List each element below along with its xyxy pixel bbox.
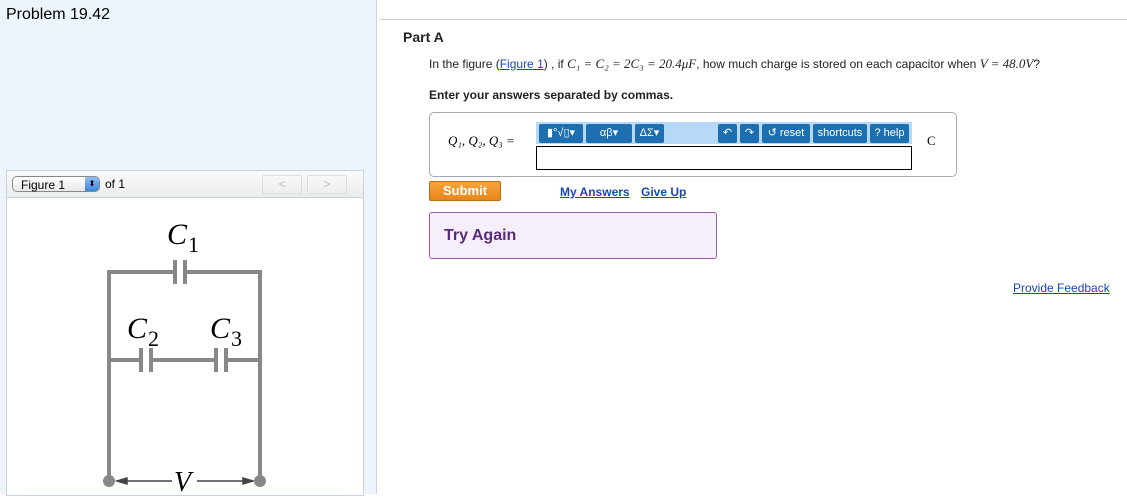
q-text: In the figure ( <box>429 57 500 71</box>
terminal-left <box>103 475 115 487</box>
label-c2: C <box>127 312 148 345</box>
part-title: Part A <box>403 29 444 45</box>
figure-toolbar: Figure 1 ⬍ of 1 < > <box>7 171 363 198</box>
instruction: Enter your answers separated by commas. <box>429 88 674 102</box>
question-text: In the figure (Figure 1) , if C₁ = C₂ = … <box>429 56 1040 72</box>
shortcuts-button[interactable]: shortcuts <box>813 124 867 143</box>
terminal-right <box>254 475 266 487</box>
figure-link[interactable]: Figure 1 <box>500 57 544 71</box>
q-text: ) , if <box>543 57 568 71</box>
label-c1-sub: 1 <box>188 232 199 257</box>
feedback-message: Try Again <box>444 227 517 244</box>
q-text: ? <box>1033 57 1041 71</box>
label-v: V <box>174 467 194 494</box>
undo-icon[interactable]: ↶ <box>718 124 737 143</box>
submit-button[interactable]: Submit <box>429 181 501 201</box>
my-answers-link[interactable]: My Answers <box>560 185 630 199</box>
provide-feedback-link[interactable]: Provide Feedback <box>1013 281 1110 295</box>
help-button[interactable]: ? help <box>870 124 909 143</box>
redo-icon[interactable]: ↷ <box>740 124 759 143</box>
next-figure-button[interactable]: > <box>307 175 347 194</box>
divider <box>380 19 1127 20</box>
math-condition: C₁ = C₂ = 2C₃ = 20.4μF <box>567 56 697 71</box>
unit-label: C <box>927 133 936 148</box>
problem-title: Problem 19.42 <box>6 6 111 23</box>
answer-label: Q₁, Q₂, Q₃ = <box>448 133 515 148</box>
label-c3-sub: 3 <box>231 326 242 351</box>
feedback-box: Try Again <box>429 212 717 259</box>
label-c3: C <box>210 312 231 345</box>
figure-panel: Figure 1 ⬍ of 1 < > C 1 C 2 C 3 V <box>6 170 364 498</box>
label-c2-sub: 2 <box>148 326 159 351</box>
prev-figure-button[interactable]: < <box>262 175 302 194</box>
figure-select[interactable]: Figure 1 ⬍ <box>12 176 100 192</box>
math-toolbar: ▮°√▯▾ αβ▾ ΔΣ▾ ↶ ↷ ↺ reset shortcuts ? he… <box>536 122 912 144</box>
templates-button[interactable]: ▮°√▯▾ <box>539 124 583 143</box>
greek-button[interactable]: αβ▾ <box>586 124 632 143</box>
answer-box: Q₁, Q₂, Q₃ = ▮°√▯▾ αβ▾ ΔΣ▾ ↶ ↷ ↺ reset s… <box>429 112 957 177</box>
label-c1: C <box>167 218 188 251</box>
q-text: , how much charge is stored on each capa… <box>696 57 980 71</box>
select-arrows-icon: ⬍ <box>85 177 99 191</box>
figure-count: of 1 <box>105 177 126 191</box>
symbols-button[interactable]: ΔΣ▾ <box>635 124 664 143</box>
math-voltage: V = 48.0V <box>979 56 1034 71</box>
figure-select-value: Figure 1 <box>21 178 66 192</box>
circuit-diagram: C 1 C 2 C 3 V <box>103 218 266 498</box>
give-up-link[interactable]: Give Up <box>641 185 686 199</box>
problem-panel: Problem 19.42 Figure 1 ⬍ of 1 < > C 1 C 2… <box>0 0 377 498</box>
answer-input[interactable] <box>536 146 912 170</box>
reset-button[interactable]: ↺ reset <box>762 124 810 143</box>
